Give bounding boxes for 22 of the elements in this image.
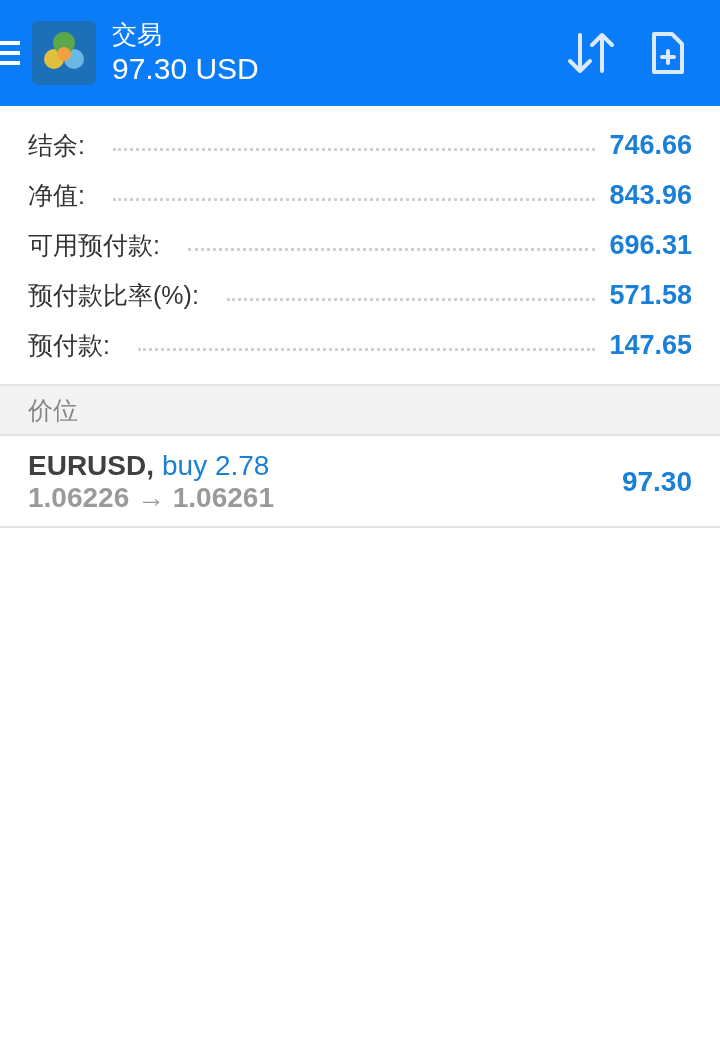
section-title: 价位 [28,394,78,426]
position-prices: 1.06226 → 1.06261 [28,482,275,514]
summary-value: 746.66 [609,129,692,161]
summary-label: 结余: [28,129,85,161]
summary-label: 预付款: [28,329,110,361]
summary-label: 可用预付款: [28,229,160,261]
position-order: buy 2.78 [162,450,270,482]
summary-label: 预付款比率(%): [28,279,199,311]
account-profit: 97.30 USD [112,51,260,87]
position-profit: 97.30 [621,466,692,498]
position-row[interactable]: EURUSD, buy 2.78 1.06226 → 1.06261 97.30 [0,436,720,528]
new-order-button[interactable] [650,30,686,76]
position-symbol: EURUSD, [28,450,154,482]
summary-value: 571.58 [609,279,692,311]
sort-button[interactable] [566,31,616,75]
summary-value: 843.96 [609,179,692,211]
summary-label: 净值: [28,179,85,211]
screen-title: 交易 [112,19,163,50]
app-logo-icon [32,21,96,85]
summary-value: 147.65 [609,329,692,361]
menu-icon[interactable] [0,38,20,68]
summary-value: 696.31 [609,229,692,261]
